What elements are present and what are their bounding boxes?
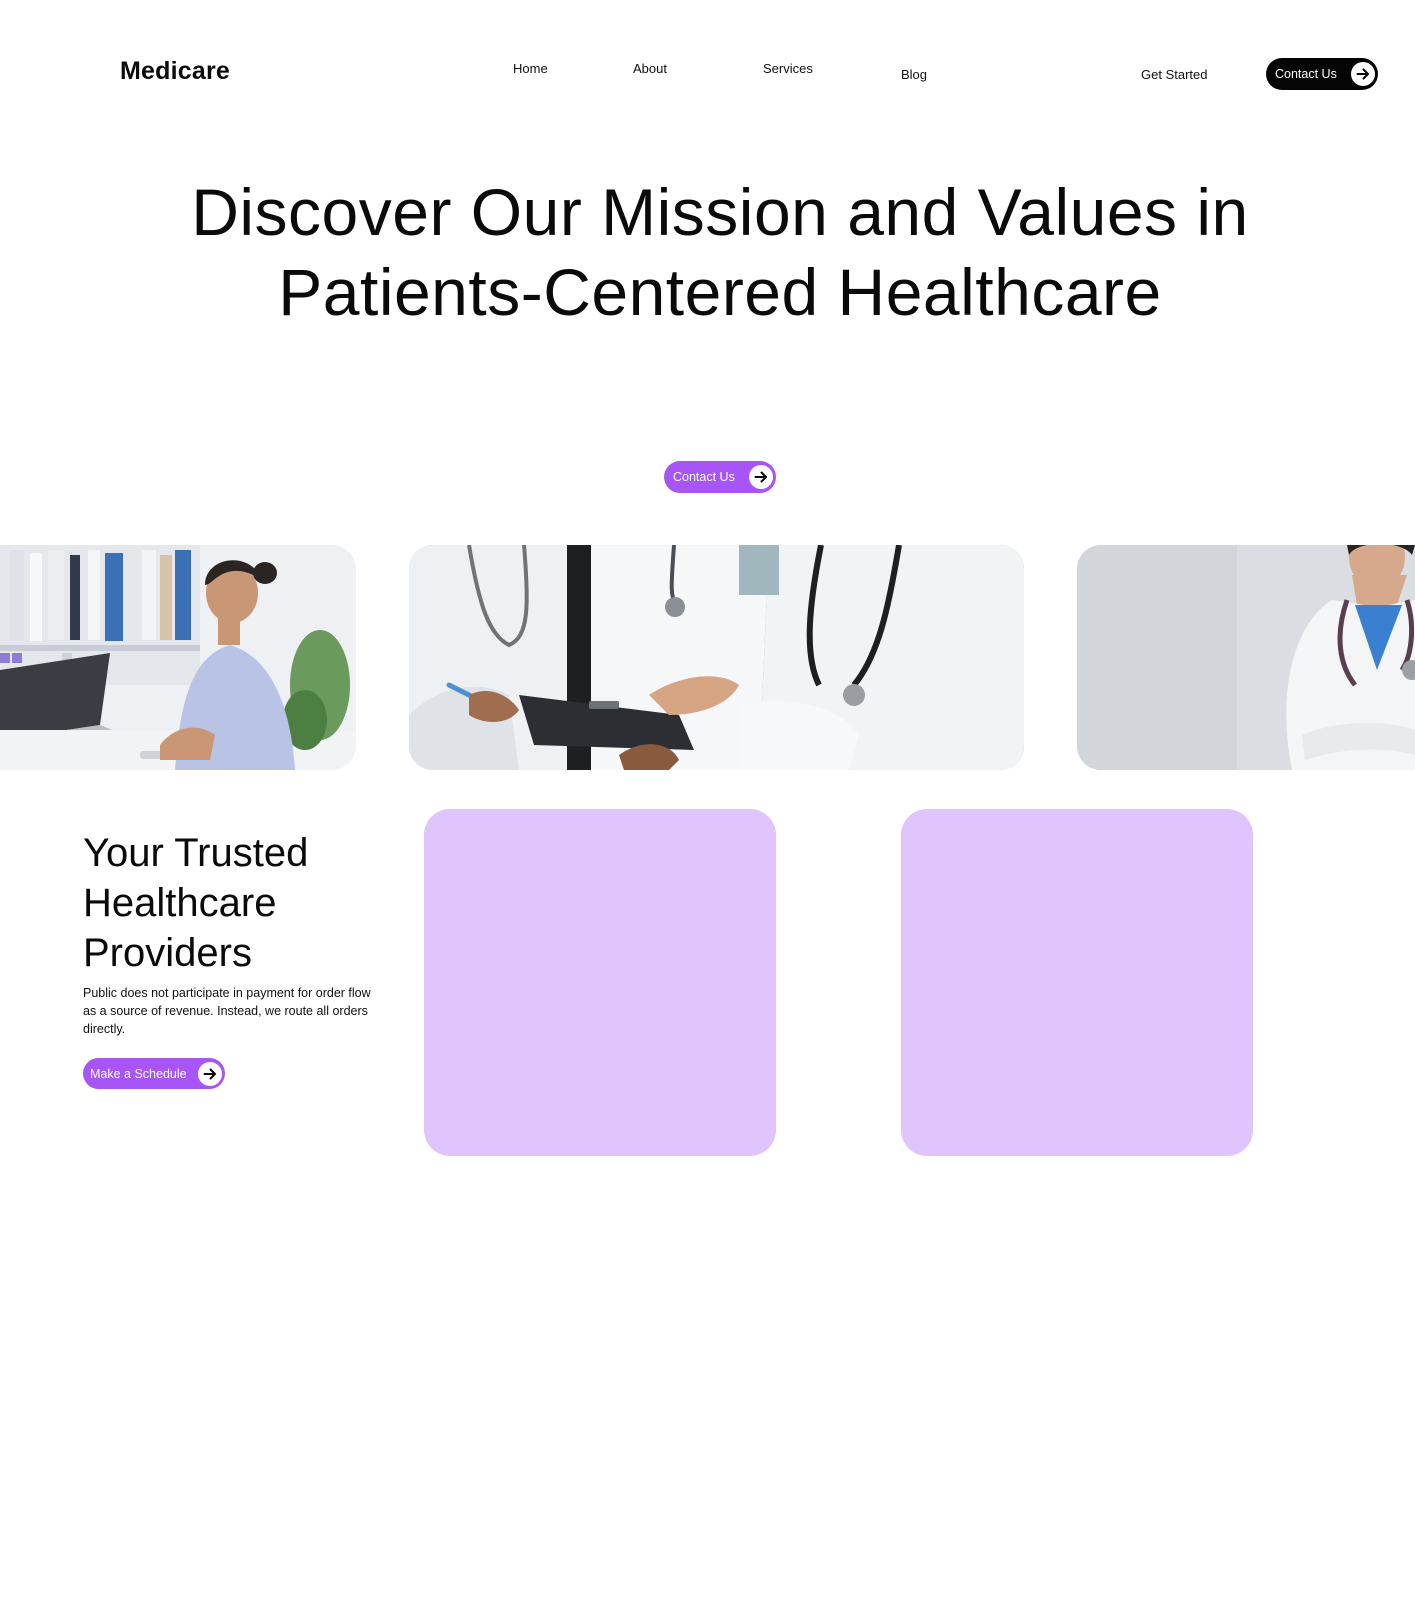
- nav-blog-link[interactable]: Blog: [901, 67, 927, 82]
- providers-description: Public does not participate in payment f…: [83, 986, 371, 1036]
- nav-home-link[interactable]: Home: [513, 61, 548, 76]
- arrow-right-icon: [198, 1061, 222, 1086]
- make-schedule-label: Make a Schedule: [90, 1066, 187, 1081]
- hero-contact-label: Contact Us: [673, 470, 735, 484]
- smiling-doctor-photo: [1077, 545, 1415, 770]
- get-started-link[interactable]: Get Started: [1141, 67, 1207, 82]
- provider-card: [901, 809, 1253, 1156]
- header-contact-label: Contact Us: [1275, 67, 1337, 81]
- make-schedule-button[interactable]: Make a Schedule: [83, 1058, 225, 1089]
- doctors-clipboard-photo: [409, 545, 1024, 770]
- office-doctor-photo: [0, 545, 356, 770]
- providers-title: Your Trusted Healthcare Providers: [83, 831, 309, 975]
- hero-title: Discover Our Mission and Values in Patie…: [191, 175, 1249, 329]
- nav-services-link[interactable]: Services: [763, 61, 813, 76]
- header-contact-button[interactable]: Contact Us: [1266, 58, 1378, 90]
- hero-contact-button[interactable]: Contact Us: [664, 461, 776, 493]
- arrow-right-icon: [1351, 62, 1375, 86]
- provider-card: [424, 809, 776, 1156]
- arrow-right-icon: [749, 465, 773, 489]
- nav-about-link[interactable]: About: [633, 61, 667, 76]
- logo[interactable]: Medicare: [120, 57, 230, 86]
